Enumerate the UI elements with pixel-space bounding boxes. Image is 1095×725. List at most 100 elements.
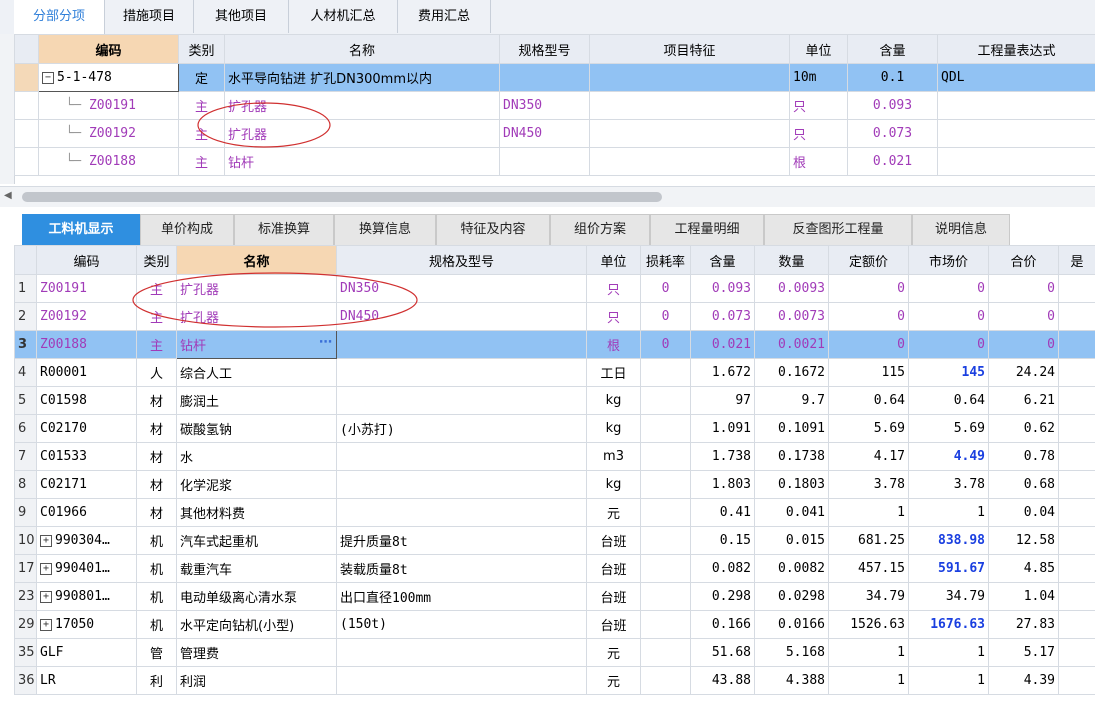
- spec-cell[interactable]: DN450: [336, 302, 587, 331]
- amount-cell[interactable]: 1.672: [690, 358, 755, 387]
- code-cell[interactable]: LR: [36, 666, 137, 695]
- table-row[interactable]: 9 C01966 材其他材料费元 0.41 0.041 1 1 0.04: [14, 498, 1095, 527]
- table-row[interactable]: 10 +990304… 机汽车式起重机 提升质量8t 台班 0.15 0.015 681.25…: [14, 526, 1095, 555]
- feature-cell[interactable]: [589, 63, 790, 92]
- type-cell[interactable]: 主: [136, 274, 177, 303]
- quota-price-cell[interactable]: 0: [828, 302, 909, 331]
- type-cell[interactable]: 主: [136, 330, 177, 359]
- amount-cell[interactable]: 0.298: [690, 582, 755, 611]
- loss-rate-cell[interactable]: [640, 610, 691, 639]
- extra-cell[interactable]: [1058, 330, 1095, 359]
- type-cell[interactable]: 利: [136, 666, 177, 695]
- tab-description[interactable]: 说明信息: [912, 214, 1010, 245]
- amount-cell[interactable]: 0.15: [690, 526, 755, 555]
- expand-icon[interactable]: +: [40, 618, 52, 631]
- code-cell[interactable]: Z00188: [36, 330, 137, 359]
- expression-cell[interactable]: [937, 147, 1095, 176]
- spec-cell[interactable]: [336, 358, 587, 387]
- quantity-cell[interactable]: 0.1091: [754, 414, 829, 443]
- spec-cell[interactable]: [499, 63, 590, 92]
- type-cell[interactable]: 机: [136, 582, 177, 611]
- amount-cell[interactable]: 0.093: [847, 91, 938, 120]
- feature-cell[interactable]: [589, 119, 790, 148]
- market-price-cell[interactable]: 145: [908, 358, 989, 387]
- quota-price-cell[interactable]: 0: [828, 274, 909, 303]
- extra-cell[interactable]: [1058, 442, 1095, 471]
- table-row[interactable]: 2 Z00192 主扩孔器 DN450 只 0 0.073 0.0073 0 0 0: [14, 302, 1095, 331]
- type-cell[interactable]: 材: [136, 470, 177, 499]
- type-cell[interactable]: 管: [136, 638, 177, 667]
- market-price-cell[interactable]: 591.67: [908, 554, 989, 583]
- tab-features[interactable]: 特征及内容: [436, 214, 550, 245]
- expression-cell[interactable]: QDL: [937, 63, 1095, 92]
- quantity-cell[interactable]: 9.7: [754, 386, 829, 415]
- col-header-extra[interactable]: 是: [1058, 245, 1095, 275]
- quota-price-cell[interactable]: 4.17: [828, 442, 909, 471]
- unit-cell[interactable]: kg: [586, 386, 641, 415]
- spec-cell[interactable]: [336, 442, 587, 471]
- col-header-code[interactable]: 编码: [38, 34, 179, 64]
- table-row[interactable]: −5-1-478 定 水平导向钻进 扩孔DN300mm以内 10m 0.1 QD…: [14, 63, 1095, 92]
- col-header-spec[interactable]: 规格及型号: [336, 245, 587, 275]
- tab-conversion-info[interactable]: 换算信息: [334, 214, 436, 245]
- extra-cell[interactable]: [1058, 582, 1095, 611]
- name-cell[interactable]: 膨润土: [176, 386, 337, 415]
- collapse-icon[interactable]: −: [42, 71, 54, 84]
- loss-rate-cell[interactable]: [640, 414, 691, 443]
- quota-price-cell[interactable]: 5.69: [828, 414, 909, 443]
- tab-sub-items[interactable]: 分部分项: [14, 0, 105, 34]
- amount-cell[interactable]: 0.41: [690, 498, 755, 527]
- name-cell[interactable]: 利润: [176, 666, 337, 695]
- total-cell[interactable]: 12.58: [988, 526, 1059, 555]
- spec-cell[interactable]: DN350: [336, 274, 587, 303]
- col-header-total[interactable]: 合价: [988, 245, 1059, 275]
- quantity-cell[interactable]: 4.388: [754, 666, 829, 695]
- name-cell[interactable]: 扩孔器: [224, 119, 500, 148]
- quota-price-cell[interactable]: 1: [828, 666, 909, 695]
- loss-rate-cell[interactable]: [640, 526, 691, 555]
- name-cell[interactable]: 钻杆: [224, 147, 500, 176]
- name-cell[interactable]: 电动单级离心清水泵: [176, 582, 337, 611]
- unit-cell[interactable]: 元: [586, 498, 641, 527]
- amount-cell[interactable]: 0.073: [847, 119, 938, 148]
- col-header-market-price[interactable]: 市场价: [908, 245, 989, 275]
- name-cell[interactable]: 水: [176, 442, 337, 471]
- extra-cell[interactable]: [1058, 358, 1095, 387]
- unit-cell[interactable]: 只: [586, 302, 641, 331]
- type-cell[interactable]: 人: [136, 358, 177, 387]
- code-cell[interactable]: +990304…: [36, 526, 137, 555]
- col-header-feature[interactable]: 项目特征: [589, 34, 790, 64]
- table-row[interactable]: 29 +17050 机水平定向钻机(小型) (150t) 台班 0.166 0.0166 15…: [14, 610, 1095, 639]
- name-cell[interactable]: 其他材料费: [176, 498, 337, 527]
- loss-rate-cell[interactable]: 0: [640, 302, 691, 331]
- loss-rate-cell[interactable]: [640, 554, 691, 583]
- spec-cell[interactable]: 出口直径100mm: [336, 582, 587, 611]
- market-price-cell[interactable]: 1676.63: [908, 610, 989, 639]
- name-cell[interactable]: 载重汽车: [176, 554, 337, 583]
- unit-cell[interactable]: 元: [586, 638, 641, 667]
- quota-price-cell[interactable]: 1526.63: [828, 610, 909, 639]
- quantity-cell[interactable]: 0.0093: [754, 274, 829, 303]
- col-header-amount[interactable]: 含量: [690, 245, 755, 275]
- code-cell[interactable]: └─ Z00191: [38, 91, 179, 120]
- type-cell[interactable]: 主: [178, 91, 225, 120]
- total-cell[interactable]: 0.62: [988, 414, 1059, 443]
- type-cell[interactable]: 材: [136, 442, 177, 471]
- spec-cell[interactable]: DN450: [499, 119, 590, 148]
- tab-resource-summary[interactable]: 人材机汇总: [289, 0, 398, 33]
- extra-cell[interactable]: [1058, 470, 1095, 499]
- quantity-cell[interactable]: 0.0021: [754, 330, 829, 359]
- spec-cell[interactable]: (小苏打): [336, 414, 587, 443]
- extra-cell[interactable]: [1058, 638, 1095, 667]
- tab-resources-display[interactable]: 工料机显示: [22, 214, 140, 245]
- tab-graphic-quantity[interactable]: 反查图形工程量: [764, 214, 912, 245]
- market-price-cell[interactable]: 34.79: [908, 582, 989, 611]
- loss-rate-cell[interactable]: 0: [640, 330, 691, 359]
- total-cell[interactable]: 0: [988, 330, 1059, 359]
- spec-cell[interactable]: [336, 470, 587, 499]
- unit-cell[interactable]: 台班: [586, 582, 641, 611]
- quota-price-cell[interactable]: 3.78: [828, 470, 909, 499]
- spec-cell[interactable]: [336, 498, 587, 527]
- name-cell[interactable]: 扩孔器: [176, 302, 337, 331]
- col-header-unit[interactable]: 单位: [789, 34, 848, 64]
